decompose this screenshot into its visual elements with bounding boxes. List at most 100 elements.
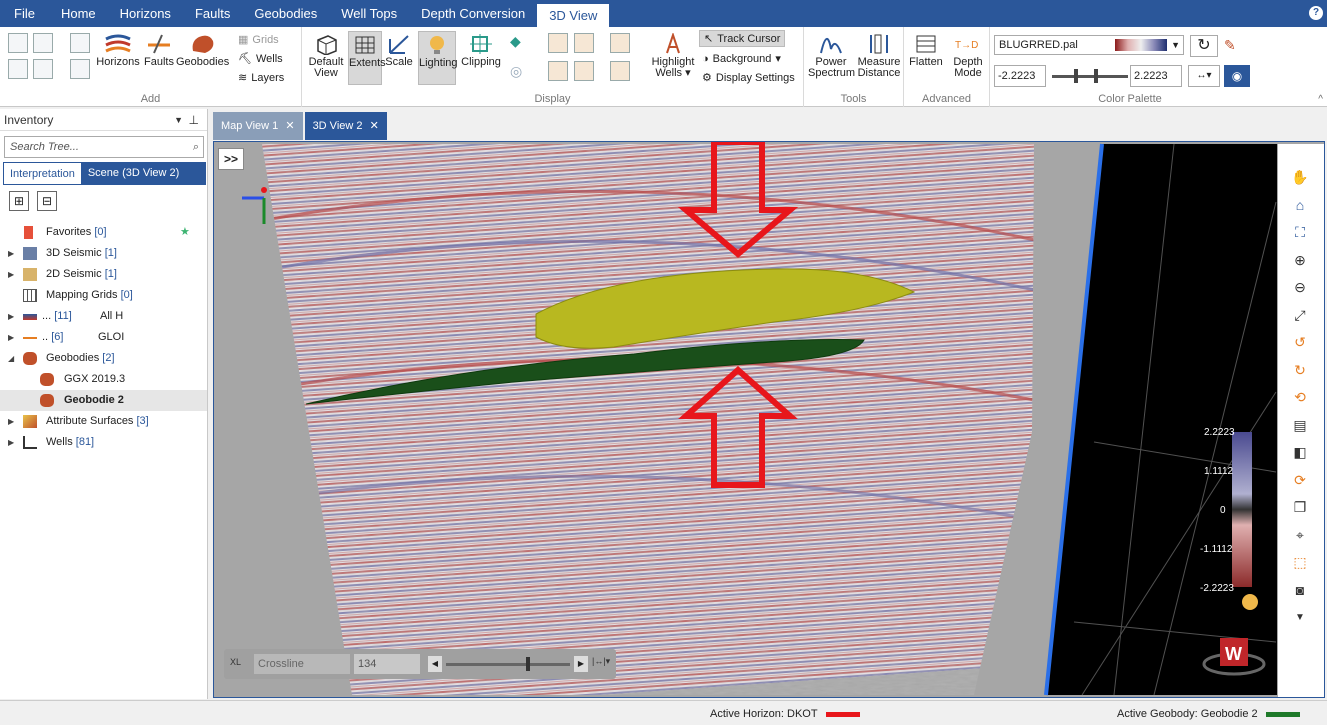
next-slice-button[interactable]: ▶	[574, 656, 588, 672]
orbit-icon[interactable]: ⟲	[1286, 384, 1314, 412]
xline-icon[interactable]	[33, 33, 53, 53]
horizons-button[interactable]: Horizons	[96, 33, 140, 68]
palette-range-slider[interactable]	[1052, 69, 1128, 83]
lighting-button[interactable]: Lighting	[418, 31, 458, 85]
help-icon[interactable]: ?	[1309, 6, 1323, 20]
cycle-icon[interactable]: ⟳	[1286, 467, 1314, 495]
tree-item-geobodies[interactable]: ◢ Geobodies [2]	[0, 348, 207, 369]
annotate-icon[interactable]: ⬚	[1286, 549, 1314, 577]
orient-icon-4[interactable]	[548, 61, 568, 81]
scale-button[interactable]: Scale	[384, 33, 414, 68]
expand-arrow-icon[interactable]: ▶	[8, 327, 14, 348]
menu-well-tops[interactable]: Well Tops	[329, 0, 409, 27]
extents-button[interactable]: Extents	[348, 31, 386, 85]
measure-distance-button[interactable]: Measure Distance	[856, 33, 902, 79]
palette-select[interactable]: BLUGRRED.pal ▼	[994, 35, 1184, 55]
tab-map-view-1[interactable]: Map View 1 ✕	[213, 112, 303, 140]
step-size-dropdown[interactable]: |↔|▾	[592, 656, 610, 667]
object-color-icon[interactable]: ◆	[510, 33, 530, 53]
tab-interpretation[interactable]: Interpretation	[3, 162, 82, 185]
wells-button[interactable]: ⛏ Wells	[238, 52, 283, 66]
depth-mode-button[interactable]: T→D Depth Mode	[948, 33, 988, 79]
orient-icon-1[interactable]	[548, 33, 568, 53]
menu-faults[interactable]: Faults	[183, 0, 242, 27]
well-add-icon[interactable]	[70, 59, 90, 79]
flatten-button[interactable]: Flatten	[906, 33, 946, 68]
expand-arrow-icon[interactable]: ▶	[8, 411, 14, 432]
menu-depth-conversion[interactable]: Depth Conversion	[409, 0, 537, 27]
inline-icon[interactable]	[8, 33, 28, 53]
crosshair-icon[interactable]: ⌖	[1286, 522, 1314, 550]
tree-item-wells[interactable]: ▶ Wells [81]	[0, 432, 207, 453]
highlight-wells-button[interactable]: Highlight Wells ▾	[650, 33, 696, 79]
collapse-ribbon-icon[interactable]: ^	[1318, 94, 1323, 105]
zoom-in-icon[interactable]: ⊕	[1286, 247, 1314, 275]
rotate-right-icon[interactable]: ↻	[1286, 357, 1314, 385]
crossline-slider[interactable]	[446, 657, 570, 671]
collapse-arrow-icon[interactable]: ◢	[8, 348, 14, 369]
expand-panel-button[interactable]: >>	[218, 148, 244, 170]
zoom-out-icon[interactable]: ⊖	[1286, 274, 1314, 302]
reset-palette-button[interactable]: ↻	[1190, 35, 1218, 57]
slider-thumb-right[interactable]	[1094, 69, 1098, 83]
tree-item-mapping-grids[interactable]: Mapping Grids [0]	[0, 285, 207, 306]
menu-horizons[interactable]: Horizons	[108, 0, 183, 27]
faults-button[interactable]: Faults	[142, 33, 176, 68]
search-input[interactable]: Search Tree... ⌕	[4, 136, 204, 158]
3d-viewport[interactable]: 2.2223 1.1112 0 -1.1112 -2.2223 W	[214, 142, 1324, 697]
camera-icon[interactable]: ◙	[1286, 577, 1314, 605]
arbitrary-line-icon[interactable]	[8, 59, 28, 79]
track-cursor-button[interactable]: ↖ Track Cursor	[699, 30, 786, 47]
previous-slice-button[interactable]: ◀	[428, 656, 442, 672]
palette-min-input[interactable]: -2.2223	[994, 65, 1046, 87]
pin-icon[interactable]: ⊥	[189, 109, 199, 131]
default-view-button[interactable]: Default View	[306, 33, 346, 79]
collapse-all-button[interactable]: ⊟	[37, 191, 57, 211]
close-icon[interactable]: ✕	[285, 120, 294, 132]
search-icon[interactable]: ⌕	[193, 137, 199, 157]
orient-icon-5[interactable]	[574, 61, 594, 81]
expand-arrow-icon[interactable]: ▶	[8, 432, 14, 453]
star-icon[interactable]: ★	[180, 222, 190, 243]
expand-all-button[interactable]: ⊞	[9, 191, 29, 211]
geobodies-button[interactable]: Geobodies	[176, 33, 229, 68]
clipping-button[interactable]: Clipping	[460, 33, 502, 68]
power-spectrum-button[interactable]: Power Spectrum	[808, 33, 855, 79]
tree-item-attribute-surfaces[interactable]: ▶ Attribute Surfaces [3]	[0, 411, 207, 432]
orient-icon-6[interactable]	[610, 61, 630, 81]
pan-hand-icon[interactable]: ✋	[1286, 164, 1314, 192]
close-icon[interactable]: ✕	[370, 120, 379, 132]
palette-edit-icon[interactable]: ✎	[1224, 37, 1236, 54]
menu-home[interactable]: Home	[49, 0, 108, 27]
display-settings-button[interactable]: ⚙ Display Settings	[702, 71, 795, 85]
tree-item-faults[interactable]: ▶.. [6] GLOI	[0, 327, 207, 348]
symmetric-range-button[interactable]: ↔▾	[1188, 65, 1220, 87]
menu-3d-view[interactable]: 3D View	[537, 4, 610, 27]
tree-item-2d-seismic[interactable]: ▶ 2D Seismic [1]	[0, 264, 207, 285]
rotate-left-icon[interactable]: ↺	[1286, 329, 1314, 357]
light-bulb-icon[interactable]	[1242, 594, 1258, 610]
home-icon[interactable]: ⌂	[1286, 192, 1314, 220]
target-icon[interactable]: ◎	[510, 63, 530, 83]
slice-back-icon[interactable]: ◧	[1286, 439, 1314, 467]
slider-thumb-left[interactable]	[1074, 69, 1078, 83]
slice-icon[interactable]	[70, 33, 90, 53]
menu-file[interactable]: File	[0, 0, 49, 27]
tree-item-ggx[interactable]: GGX 2019.3	[0, 369, 207, 390]
layers-button[interactable]: ≋ Layers	[238, 71, 284, 85]
menu-geobodies[interactable]: Geobodies	[242, 0, 329, 27]
box-icon[interactable]	[33, 59, 53, 79]
expand-arrow-icon[interactable]: ▶	[8, 264, 14, 285]
palette-max-input[interactable]: 2.2223	[1130, 65, 1182, 87]
copy-view-icon[interactable]: ❐	[1286, 494, 1314, 522]
grids-button[interactable]: ▦ Grids	[238, 33, 279, 47]
background-button[interactable]: ◑ Background ▾	[702, 52, 781, 66]
tab-scene[interactable]: Scene (3D View 2)	[82, 162, 186, 185]
expand-arrow-icon[interactable]: ▶	[8, 306, 14, 327]
palette-view-button[interactable]: ◉	[1224, 65, 1250, 87]
orient-icon-2[interactable]	[574, 33, 594, 53]
more-icon[interactable]: ▼	[1286, 604, 1314, 632]
zoom-extents-icon[interactable]: ⛶	[1286, 219, 1314, 247]
dropdown-icon[interactable]: ▼	[174, 109, 183, 131]
fit-view-icon[interactable]: ⤢	[1286, 302, 1314, 330]
